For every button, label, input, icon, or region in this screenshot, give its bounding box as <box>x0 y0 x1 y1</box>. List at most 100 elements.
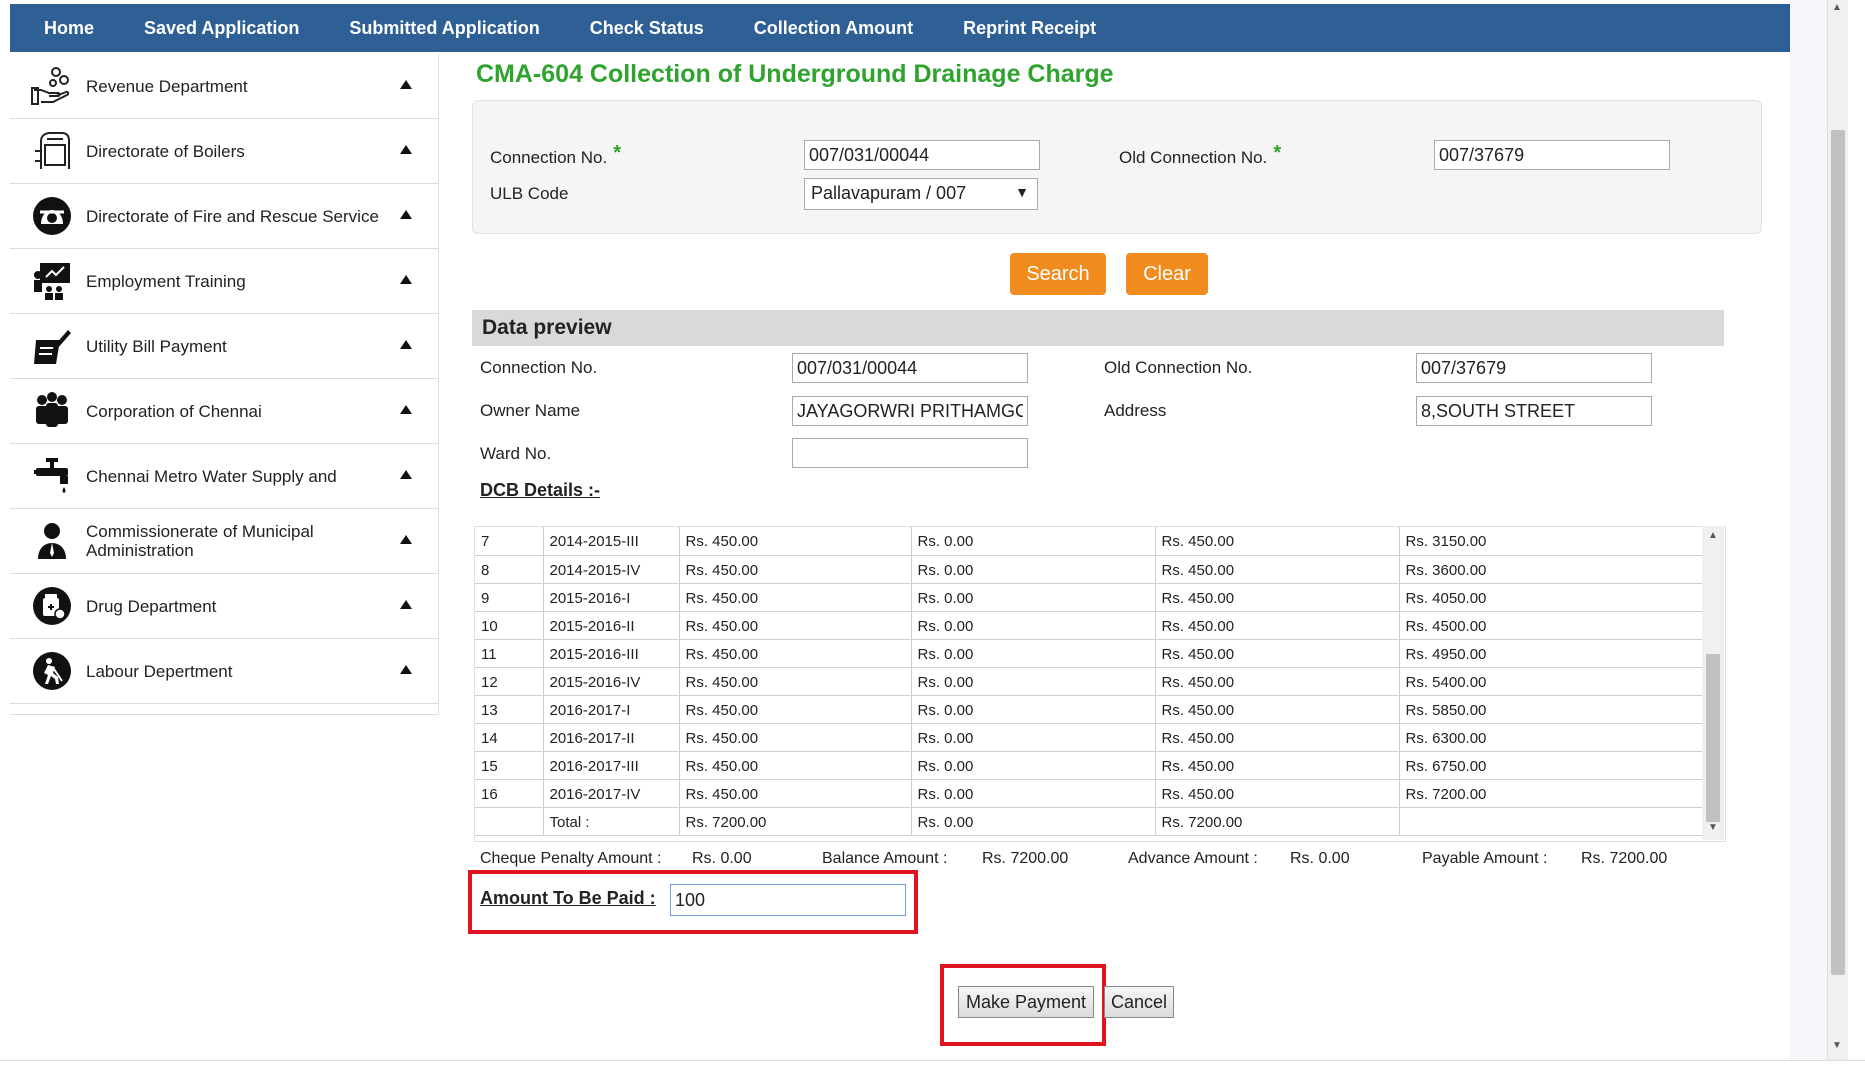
advance-amount-value: Rs. 0.00 <box>1290 850 1350 867</box>
dcb-scrollbar[interactable]: ▲ ▼ <box>1702 526 1724 840</box>
caret-up-icon[interactable] <box>400 535 412 544</box>
caret-up-icon[interactable] <box>400 340 412 349</box>
table-cell: Rs. 450.00 <box>1155 723 1400 752</box>
nav-reprint-receipt[interactable]: Reprint Receipt <box>963 18 1096 39</box>
sidebar-item-corporation-chennai[interactable]: Corporation of Chennai <box>10 379 438 444</box>
table-row: 16 2016-2017-IV Rs. 450.00 Rs. 0.00 Rs. 450.… <box>475 779 1704 808</box>
nav-saved-application[interactable]: Saved Application <box>144 18 299 39</box>
table-cell: Rs. 4500.00 <box>1399 611 1704 640</box>
table-cell: Rs. 0.00 <box>911 555 1156 584</box>
dropdown-arrow-icon: ▼ <box>1015 184 1029 200</box>
page-scrollbar[interactable]: ▲ ▼ <box>1827 0 1848 1060</box>
old-connection-no-input[interactable] <box>1434 140 1670 170</box>
address-label: Address <box>1104 401 1167 420</box>
table-cell: Rs. 5400.00 <box>1399 667 1704 696</box>
table-cell: 10 <box>475 611 544 640</box>
sidebar-item-boilers[interactable]: Directorate of Boilers <box>10 119 438 184</box>
table-row: 15 2016-2017-III Rs. 450.00 Rs. 0.00 Rs. 450… <box>475 751 1704 780</box>
water-tap-icon <box>30 454 74 498</box>
sidebar-item-metro-water[interactable]: Chennai Metro Water Supply and <box>10 444 438 509</box>
table-cell: 2016-2017-II <box>543 723 680 752</box>
caret-up-icon[interactable] <box>400 405 412 414</box>
table-cell <box>1399 807 1704 836</box>
nav-home[interactable]: Home <box>44 18 94 39</box>
table-cell: Rs. 0.00 <box>911 779 1156 808</box>
table-row: 8 2014-2015-IV Rs. 450.00 Rs. 0.00 Rs. 450.0… <box>475 555 1704 584</box>
amount-to-be-paid-input[interactable] <box>670 884 906 916</box>
make-payment-button[interactable]: Make Payment <box>958 986 1094 1018</box>
search-button[interactable]: Search <box>1010 253 1106 295</box>
caret-up-icon[interactable] <box>400 80 412 89</box>
table-cell: Rs. 0.00 <box>911 751 1156 780</box>
required-mark: * <box>613 142 621 164</box>
owner-name-input[interactable] <box>792 396 1028 426</box>
medicine-icon <box>30 584 74 628</box>
table-cell: Rs. 0.00 <box>911 611 1156 640</box>
caret-up-icon[interactable] <box>400 275 412 284</box>
sidebar-item-label: Labour Depertment <box>86 661 233 681</box>
scroll-down-icon[interactable]: ▼ <box>1708 822 1718 833</box>
sidebar-item-label: Revenue Department <box>86 76 248 96</box>
table-cell: 16 <box>475 779 544 808</box>
sidebar-item-labour[interactable]: Labour Depertment <box>10 639 438 704</box>
balance-amount-label: Balance Amount : <box>822 850 948 867</box>
table-cell: Rs. 450.00 <box>679 639 912 668</box>
table-cell: 7 <box>475 527 544 556</box>
table-cell: Rs. 450.00 <box>679 779 912 808</box>
ulb-code-select[interactable]: Pallavapuram / 007 ▼ <box>804 178 1038 210</box>
worker-icon <box>30 649 74 693</box>
sidebar-item-municipal-admin[interactable]: Commissionerate of Municipal Administrat… <box>10 509 438 574</box>
table-cell: Rs. 450.00 <box>679 667 912 696</box>
nav-collection-amount[interactable]: Collection Amount <box>754 18 913 39</box>
officer-icon <box>30 519 74 563</box>
bill-pen-icon <box>30 324 74 368</box>
sidebar-item-drug[interactable]: Drug Department <box>10 574 438 639</box>
balance-amount-value: Rs. 7200.00 <box>982 850 1069 867</box>
top-navigation: Home Saved Application Submitted Applica… <box>10 4 1790 52</box>
table-row: Total : Rs. 7200.00 Rs. 0.00 Rs. 7200.00 <box>475 807 1704 836</box>
table-cell: Rs. 450.00 <box>1155 527 1400 556</box>
preview-connection-label: Connection No. <box>480 358 598 377</box>
caret-up-icon[interactable] <box>400 145 412 154</box>
table-cell: Rs. 6300.00 <box>1399 723 1704 752</box>
ward-no-input[interactable] <box>792 438 1028 468</box>
scroll-down-icon[interactable]: ▼ <box>1832 1040 1842 1051</box>
address-input[interactable] <box>1416 396 1652 426</box>
connection-no-input[interactable] <box>804 140 1040 170</box>
caret-up-icon[interactable] <box>400 210 412 219</box>
table-cell: 2014-2015-III <box>543 527 680 556</box>
table-cell: Rs. 450.00 <box>679 611 912 640</box>
table-row: 12 2015-2016-IV Rs. 450.00 Rs. 0.00 Rs. 450.… <box>475 667 1704 696</box>
caret-up-icon[interactable] <box>400 470 412 479</box>
table-cell: Rs. 6750.00 <box>1399 751 1704 780</box>
table-cell: 9 <box>475 583 544 612</box>
page-title: CMA-604 Collection of Underground Draina… <box>476 60 1114 88</box>
table-cell: Rs. 5850.00 <box>1399 695 1704 724</box>
table-cell: Rs. 4050.00 <box>1399 583 1704 612</box>
table-cell: Rs. 0.00 <box>911 639 1156 668</box>
sidebar-item-fire-rescue[interactable]: Directorate of Fire and Rescue Service <box>10 184 438 249</box>
table-cell: 2016-2017-I <box>543 695 680 724</box>
table-cell: Rs. 450.00 <box>1155 583 1400 612</box>
preview-old-connection-input[interactable] <box>1416 353 1652 383</box>
preview-connection-input[interactable] <box>792 353 1028 383</box>
table-row: 11 2015-2016-III Rs. 450.00 Rs. 0.00 Rs. 450… <box>475 639 1704 668</box>
dcb-scroll-thumb[interactable] <box>1706 654 1720 822</box>
table-cell: 2014-2015-IV <box>543 555 680 584</box>
sidebar-item-employment-training[interactable]: Employment Training <box>10 249 438 314</box>
sidebar-item-label: Drug Department <box>86 596 217 616</box>
dcb-table-container[interactable]: 7 2014-2015-III Rs. 450.00 Rs. 0.00 Rs. 450.… <box>474 526 1726 842</box>
caret-up-icon[interactable] <box>400 600 412 609</box>
page-scroll-thumb[interactable] <box>1831 130 1845 975</box>
scroll-up-icon[interactable]: ▲ <box>1708 530 1718 541</box>
scroll-up-icon[interactable]: ▲ <box>1832 2 1842 13</box>
table-cell: 2015-2016-I <box>543 583 680 612</box>
sidebar-item-utility-bill[interactable]: Utility Bill Payment <box>10 314 438 379</box>
cancel-button[interactable]: Cancel <box>1104 986 1174 1018</box>
nav-check-status[interactable]: Check Status <box>590 18 704 39</box>
nav-submitted-application[interactable]: Submitted Application <box>349 18 539 39</box>
clear-button[interactable]: Clear <box>1126 253 1208 295</box>
sidebar-item-revenue[interactable]: Revenue Department <box>10 54 438 119</box>
table-cell: Rs. 450.00 <box>679 555 912 584</box>
caret-up-icon[interactable] <box>400 665 412 674</box>
